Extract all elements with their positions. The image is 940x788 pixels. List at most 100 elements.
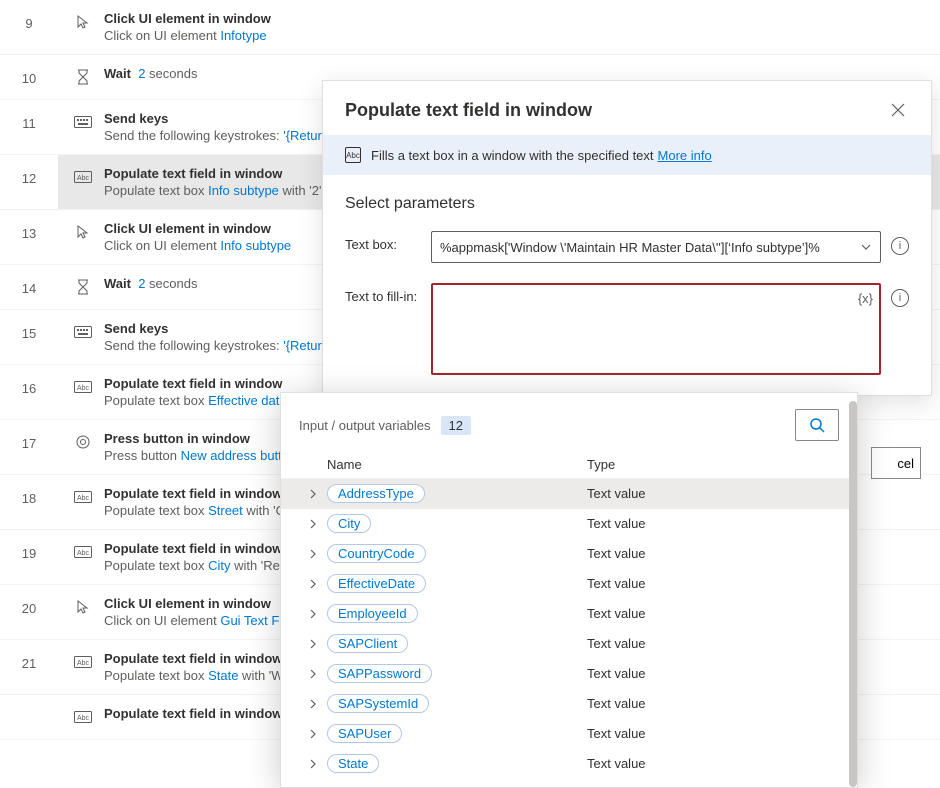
search-icon bbox=[809, 417, 825, 433]
variable-row[interactable]: AddressType Text value bbox=[281, 479, 857, 509]
textbox-label: Text box: bbox=[345, 231, 431, 252]
chevron-right-icon[interactable] bbox=[299, 639, 327, 649]
step-title: Wait 2 seconds bbox=[104, 66, 197, 81]
step-description: Populate text box City with 'Redr bbox=[104, 558, 291, 573]
vars-count-badge: 12 bbox=[441, 416, 471, 435]
step-description: Click on UI element Info subtype bbox=[104, 238, 291, 253]
step-number bbox=[0, 695, 58, 711]
variable-name-pill[interactable]: SAPUser bbox=[327, 724, 402, 743]
step-title: Wait 2 seconds bbox=[104, 276, 197, 291]
step-title: Populate text field in window bbox=[104, 166, 321, 181]
variable-type: Text value bbox=[587, 666, 646, 681]
chevron-right-icon[interactable] bbox=[299, 609, 327, 619]
abc-icon: Abc bbox=[72, 166, 94, 188]
variable-name-pill[interactable]: SAPSystemId bbox=[327, 694, 429, 713]
variable-name-pill[interactable]: City bbox=[327, 514, 371, 533]
section-heading: Select parameters bbox=[345, 195, 909, 213]
step-description: Populate text box Info subtype with '2' bbox=[104, 183, 321, 198]
step-number: 16 bbox=[0, 365, 58, 396]
variables-popover: Input / output variables 12 Name Type Ad… bbox=[280, 392, 858, 788]
chevron-right-icon[interactable] bbox=[299, 669, 327, 679]
step-title: Populate text field in window bbox=[104, 651, 292, 666]
chevron-right-icon[interactable] bbox=[299, 729, 327, 739]
info-icon[interactable]: i bbox=[891, 237, 909, 255]
variable-type: Text value bbox=[587, 576, 646, 591]
variable-row[interactable]: EffectiveDate Text value bbox=[281, 569, 857, 599]
variable-type: Text value bbox=[587, 636, 646, 651]
chevron-right-icon[interactable] bbox=[299, 699, 327, 709]
variable-name-pill[interactable]: EmployeeId bbox=[327, 604, 418, 623]
variable-row[interactable]: StateText value bbox=[281, 749, 857, 779]
step-title: Populate text field in window bbox=[104, 376, 287, 391]
step-number: 15 bbox=[0, 310, 58, 341]
variable-row[interactable]: SAPUserText value bbox=[281, 719, 857, 749]
step-title: Click UI element in window bbox=[104, 221, 291, 236]
chevron-right-icon[interactable] bbox=[299, 579, 327, 589]
variable-name-pill[interactable]: SAPPassword bbox=[327, 664, 432, 683]
step-description: Click on UI element Gui Text Fiel bbox=[104, 613, 292, 628]
variable-row[interactable]: SAPPassword Text value bbox=[281, 659, 857, 689]
abc-icon: Abc bbox=[72, 376, 94, 398]
variable-type: Text value bbox=[587, 606, 646, 621]
vars-header-label: Input / output variables bbox=[299, 418, 431, 433]
action-settings-dialog: Populate text field in window Abc Fills … bbox=[322, 80, 932, 396]
step-number: 20 bbox=[0, 585, 58, 616]
step-description: Populate text box Street with 'Or bbox=[104, 503, 290, 518]
cancel-button[interactable]: cel bbox=[871, 447, 921, 479]
step-title: Send keys bbox=[104, 111, 336, 126]
step-title: Click UI element in window bbox=[104, 596, 292, 611]
variable-type: Text value bbox=[587, 546, 646, 561]
vars-column-header: Name Type bbox=[281, 451, 857, 479]
step-number: 11 bbox=[0, 100, 58, 131]
chevron-right-icon[interactable] bbox=[299, 759, 327, 769]
flow-step[interactable]: Click UI element in window Click on UI el… bbox=[58, 0, 940, 54]
chevron-right-icon[interactable] bbox=[299, 549, 327, 559]
insert-variable-button[interactable]: {x} bbox=[858, 291, 873, 306]
variable-row[interactable]: SAPSystemIdText value bbox=[281, 689, 857, 719]
abc-icon: Abc bbox=[72, 651, 94, 673]
step-number: 14 bbox=[0, 265, 58, 296]
step-title: Press button in window bbox=[104, 431, 289, 446]
search-button[interactable] bbox=[795, 409, 839, 441]
chevron-right-icon[interactable] bbox=[299, 489, 327, 499]
svg-text:Abc: Abc bbox=[77, 550, 90, 557]
cursor-icon bbox=[72, 11, 94, 33]
step-number: 21 bbox=[0, 640, 58, 671]
variable-row[interactable]: CountryCode Text value bbox=[281, 539, 857, 569]
more-info-link[interactable]: More info bbox=[658, 148, 712, 163]
textbox-selector[interactable]: %appmask['Window \'Maintain HR Master Da… bbox=[431, 231, 881, 263]
chevron-right-icon[interactable] bbox=[299, 519, 327, 529]
step-description: Send the following keystrokes: '{Return}… bbox=[104, 338, 336, 353]
textbox-value: %appmask['Window \'Maintain HR Master Da… bbox=[440, 240, 850, 255]
variable-row[interactable]: SAPClient Text value bbox=[281, 629, 857, 659]
step-description: Click on UI element Infotype bbox=[104, 28, 271, 43]
cursor-icon bbox=[72, 221, 94, 243]
button-icon bbox=[72, 431, 94, 453]
variable-row[interactable]: City Text value bbox=[281, 509, 857, 539]
step-title: Click UI element in window bbox=[104, 11, 271, 26]
step-title: Send keys bbox=[104, 321, 336, 336]
abc-icon: Abc bbox=[345, 147, 361, 163]
text-to-fill-input[interactable]: {x} bbox=[431, 283, 881, 375]
scrollbar[interactable] bbox=[849, 401, 857, 787]
variable-name-pill[interactable]: State bbox=[327, 754, 379, 773]
dialog-info-bar: Abc Fills a text box in a window with th… bbox=[323, 135, 931, 175]
cursor-icon bbox=[72, 596, 94, 618]
step-description: Populate text box State with 'WA bbox=[104, 668, 292, 683]
variable-name-pill[interactable]: SAPClient bbox=[327, 634, 408, 653]
variable-type: Text value bbox=[587, 516, 646, 531]
col-type: Type bbox=[587, 457, 615, 472]
svg-text:Abc: Abc bbox=[77, 715, 90, 722]
step-description: Send the following keystrokes: '{Return}… bbox=[104, 128, 336, 143]
abc-icon: Abc bbox=[72, 706, 94, 728]
variable-name-pill[interactable]: CountryCode bbox=[327, 544, 426, 563]
close-button[interactable] bbox=[887, 99, 909, 121]
variable-name-pill[interactable]: AddressType bbox=[327, 484, 425, 503]
variable-name-pill[interactable]: EffectiveDate bbox=[327, 574, 426, 593]
variable-type: Text value bbox=[587, 486, 646, 501]
keyboard-icon bbox=[72, 321, 94, 343]
step-number: 19 bbox=[0, 530, 58, 561]
dialog-title: Populate text field in window bbox=[345, 100, 592, 121]
variable-row[interactable]: EmployeeId Text value bbox=[281, 599, 857, 629]
info-icon[interactable]: i bbox=[891, 289, 909, 307]
